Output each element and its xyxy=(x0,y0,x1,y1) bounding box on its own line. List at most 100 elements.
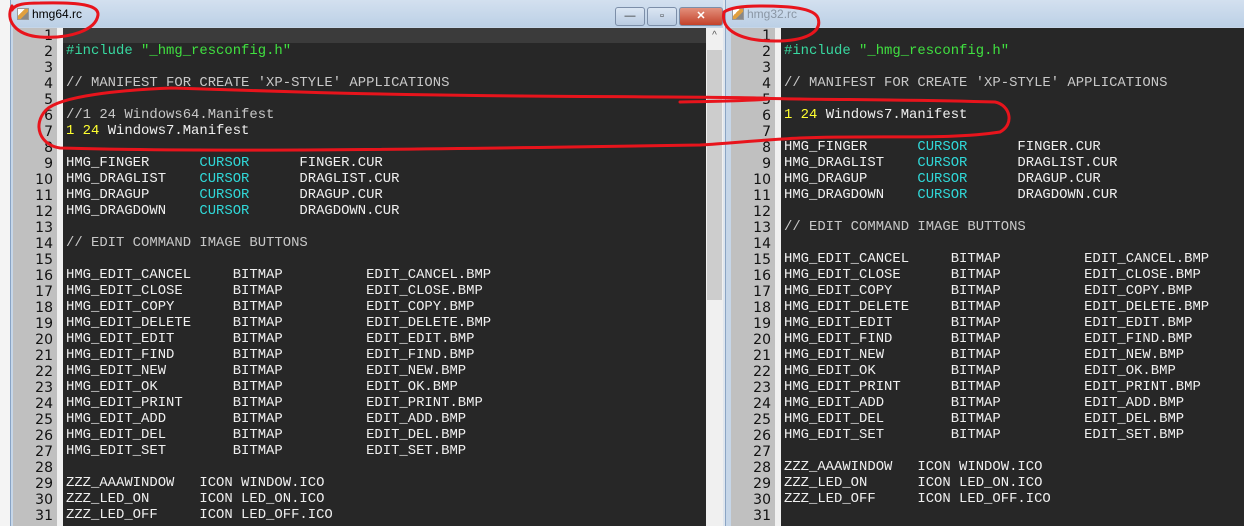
code-line: HMG_EDIT_OK BITMAP EDIT_OK.BMP xyxy=(784,363,1176,379)
code-token: HMG_EDIT_PRINT BITMAP EDIT_PRINT.BMP xyxy=(66,395,483,411)
code-token: HMG_EDIT_CLOSE BITMAP EDIT_CLOSE.BMP xyxy=(784,267,1201,283)
code-token: #include xyxy=(784,43,860,59)
code-token: HMG_DRAGUP xyxy=(784,171,918,187)
line-number: 30 xyxy=(753,492,771,508)
code-token: DRAGUP.CUR xyxy=(299,187,383,203)
current-line-highlight xyxy=(63,28,706,43)
line-number: 1 xyxy=(44,28,53,44)
code-token: HMG_EDIT_EDIT BITMAP EDIT_EDIT.BMP xyxy=(66,331,475,347)
line-number: 8 xyxy=(44,140,53,156)
line-number: 17 xyxy=(35,284,53,300)
code-line: HMG_EDIT_SET BITMAP EDIT_SET.BMP xyxy=(66,443,466,459)
code-line: ZZZ_AAAWINDOW ICON WINDOW.ICO xyxy=(66,475,324,491)
code-token: DRAGDOWN.CUR xyxy=(299,203,400,219)
code-line: HMG_DRAGLIST CURSOR DRAGLIST.CUR xyxy=(66,171,399,187)
code-token: CURSOR xyxy=(199,203,300,219)
line-number: 14 xyxy=(753,236,771,252)
code-token: CURSOR xyxy=(917,155,1018,171)
editor-window-hmg64: hmg64.rc — ▫ ✕ 1 2 3 4 5 6 7 8 9 10 11 12 13 14 15 16 17… xyxy=(10,0,723,526)
code-token: DRAGLIST.CUR xyxy=(1017,155,1118,171)
code-token: // EDIT COMMAND IMAGE BUTTONS xyxy=(66,235,308,251)
code-token: HMG_DRAGDOWN xyxy=(66,203,200,219)
line-number: 5 xyxy=(762,92,771,108)
line-number: 18 xyxy=(35,300,53,316)
line-number: 16 xyxy=(35,268,53,284)
code-token: Windows7.Manifest xyxy=(107,123,250,139)
code-token: HMG_EDIT_EDIT BITMAP EDIT_EDIT.BMP xyxy=(784,315,1193,331)
title-text: hmg64.rc xyxy=(32,7,83,21)
line-number: 2 xyxy=(762,44,771,60)
code-line: ZZZ_AAAWINDOW ICON WINDOW.ICO xyxy=(784,459,1042,475)
line-number: 28 xyxy=(753,460,771,476)
code-token: HMG_EDIT_DEL BITMAP EDIT_DEL.BMP xyxy=(784,411,1185,427)
code-token: HMG_EDIT_ADD BITMAP EDIT_ADD.BMP xyxy=(784,395,1185,411)
code-line: HMG_EDIT_FIND BITMAP EDIT_FIND.BMP xyxy=(66,347,474,363)
window-title: hmg32.rc xyxy=(732,7,797,21)
line-number: 13 xyxy=(35,220,53,236)
code-line: #include "_hmg_resconfig.h" xyxy=(784,43,1009,59)
code-line: 1 24 Windows7.Manifest xyxy=(784,107,967,123)
line-number-gutter: 1 2 3 4 5 6 7 8 9 10 11 12 13 14 15 16 17 18 19 20 21 22 23 24 2… xyxy=(731,28,775,526)
code-token: HMG_FINGER xyxy=(784,139,918,155)
code-line: HMG_EDIT_CLOSE BITMAP EDIT_CLOSE.BMP xyxy=(66,283,483,299)
line-number: 23 xyxy=(35,380,53,396)
title-bar[interactable]: hmg64.rc — ▫ ✕ xyxy=(11,0,723,27)
code-token: HMG_EDIT_FIND BITMAP EDIT_FIND.BMP xyxy=(784,331,1193,347)
line-number: 4 xyxy=(762,76,771,92)
scrollbar-thumb[interactable] xyxy=(707,50,722,300)
code-token: //1 24 Windows64.Manifest xyxy=(66,107,275,123)
code-token: HMG_EDIT_SET BITMAP EDIT_SET.BMP xyxy=(66,443,467,459)
title-bar[interactable]: hmg32.rc xyxy=(726,0,1244,27)
line-number: 31 xyxy=(35,508,53,524)
code-token: HMG_DRAGUP xyxy=(66,187,200,203)
code-token: CURSOR xyxy=(917,171,1018,187)
line-number: 29 xyxy=(753,476,771,492)
vertical-scrollbar[interactable]: ^ xyxy=(706,28,723,526)
code-token: HMG_DRAGLIST xyxy=(66,171,200,187)
code-line: HMG_EDIT_CANCEL BITMAP EDIT_CANCEL.BMP xyxy=(784,251,1209,267)
code-token: HMG_DRAGDOWN xyxy=(784,187,918,203)
code-token: // MANIFEST FOR CREATE 'XP-STYLE' APPLIC… xyxy=(784,75,1168,91)
minimize-button[interactable]: — xyxy=(615,7,645,26)
code-line: HMG_EDIT_DEL BITMAP EDIT_DEL.BMP xyxy=(784,411,1184,427)
code-line: ZZZ_LED_OFF ICON LED_OFF.ICO xyxy=(784,491,1051,507)
code-token: DRAGLIST.CUR xyxy=(299,171,400,187)
code-token: ZZZ_AAAWINDOW ICON WINDOW.ICO xyxy=(66,475,325,491)
code-editor[interactable]: #include "_hmg_resconfig.h" // MANIFEST F… xyxy=(781,28,1244,526)
line-number: 9 xyxy=(762,156,771,172)
code-token: CURSOR xyxy=(199,171,300,187)
code-token: FINGER.CUR xyxy=(299,155,383,171)
code-line: HMG_DRAGUP CURSOR DRAGUP.CUR xyxy=(66,187,383,203)
scroll-up-arrow-icon[interactable]: ^ xyxy=(706,30,723,41)
line-number: 2 xyxy=(44,44,53,60)
code-token: CURSOR xyxy=(199,155,300,171)
code-editor[interactable]: #include "_hmg_resconfig.h" // MANIFEST F… xyxy=(63,28,706,526)
code-token: HMG_EDIT_OK BITMAP EDIT_OK.BMP xyxy=(784,363,1176,379)
code-line: HMG_FINGER CURSOR FINGER.CUR xyxy=(66,155,383,171)
line-number: 26 xyxy=(753,428,771,444)
code-line: HMG_EDIT_CANCEL BITMAP EDIT_CANCEL.BMP xyxy=(66,267,491,283)
code-line: HMG_EDIT_PRINT BITMAP EDIT_PRINT.BMP xyxy=(784,379,1201,395)
code-line: HMG_EDIT_DEL BITMAP EDIT_DEL.BMP xyxy=(66,427,466,443)
code-line: ZZZ_LED_OFF ICON LED_OFF.ICO xyxy=(66,507,333,523)
line-number: 25 xyxy=(35,412,53,428)
code-line: // MANIFEST FOR CREATE 'XP-STYLE' APPLIC… xyxy=(66,75,449,91)
code-token: HMG_DRAGLIST xyxy=(784,155,918,171)
code-line: HMG_EDIT_DELETE BITMAP EDIT_DELETE.BMP xyxy=(66,315,491,331)
maximize-button[interactable]: ▫ xyxy=(647,7,677,26)
close-button[interactable]: ✕ xyxy=(679,7,723,26)
code-line: HMG_EDIT_NEW BITMAP EDIT_NEW.BMP xyxy=(784,347,1184,363)
notepad-file-icon xyxy=(17,8,29,20)
code-token: HMG_FINGER xyxy=(66,155,200,171)
title-text: hmg32.rc xyxy=(747,7,798,21)
code-token: 1 24 xyxy=(784,107,826,123)
editor-window-hmg32: hmg32.rc 1 2 3 4 5 6 7 8 9 10 11 12 13 14 15 16 17 18 19 20… xyxy=(725,0,1244,526)
code-line: HMG_EDIT_EDIT BITMAP EDIT_EDIT.BMP xyxy=(66,331,474,347)
code-token: FINGER.CUR xyxy=(1017,139,1101,155)
code-line: HMG_EDIT_PRINT BITMAP EDIT_PRINT.BMP xyxy=(66,395,483,411)
code-token: HMG_EDIT_COPY BITMAP EDIT_COPY.BMP xyxy=(66,299,475,315)
code-token: HMG_EDIT_COPY BITMAP EDIT_COPY.BMP xyxy=(784,283,1193,299)
code-line: // MANIFEST FOR CREATE 'XP-STYLE' APPLIC… xyxy=(784,75,1167,91)
line-number: 26 xyxy=(35,428,53,444)
line-number: 21 xyxy=(753,348,771,364)
